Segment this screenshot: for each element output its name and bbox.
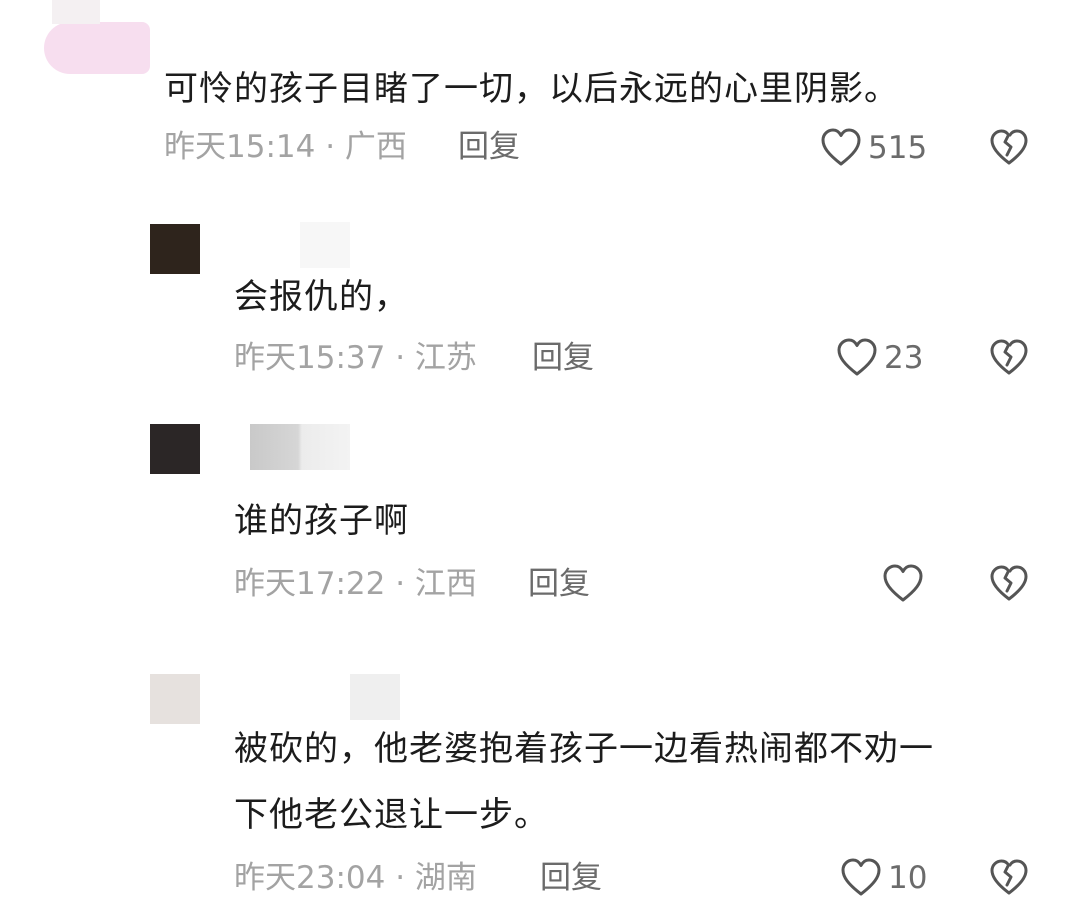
comment-text: 可怜的孩子目睹了一切，以后永远的心里阴影。 [164,69,899,109]
comment-meta: 昨天15:37 · 江苏 [234,340,477,376]
like-button[interactable]: 515 [820,126,927,170]
username-blur [250,424,350,470]
comment-text: 谁的孩子啊 [234,501,409,541]
dislike-button[interactable] [988,336,1030,380]
comment-item: 可怜的孩子目睹了一切，以后永远的心里阴影。 昨天15:14 · 广西 回复 51… [0,0,1080,200]
broken-heart-icon [989,565,1029,603]
heart-outline-icon [836,338,878,378]
dislike-button[interactable] [988,562,1030,606]
comment-meta: 昨天15:14 · 广西 [164,129,407,165]
heart-outline-icon [882,564,924,604]
reply-button[interactable]: 回复 [540,858,602,898]
like-count: 23 [884,340,924,376]
avatar-blur [52,0,100,24]
comment-text: 被砍的，他老婆抱着孩子一边看热闹都不劝一 下他老公退让一步。 [234,729,934,835]
heart-outline-icon [820,128,862,168]
reply-button[interactable]: 回复 [532,338,594,378]
dislike-button[interactable] [988,856,1030,900]
reply-button[interactable]: 回复 [458,127,520,167]
like-button[interactable]: 10 [840,856,927,900]
reply-item: 谁的孩子啊 昨天17:22 · 江西 回复 [0,410,1080,650]
like-count: 515 [868,130,928,166]
avatar[interactable] [150,424,200,474]
reply-item: 被砍的，他老婆抱着孩子一边看热闹都不劝一 下他老公退让一步。 昨天23:04 ·… [0,660,1080,924]
comment-text: 会报仇的， [234,277,409,317]
username-blur [350,674,400,720]
avatar[interactable] [150,224,200,274]
reply-item: 会报仇的， 昨天15:37 · 江苏 回复 23 [0,210,1080,400]
like-button[interactable] [882,562,924,606]
broken-heart-icon [989,859,1029,897]
heart-outline-icon [840,858,882,898]
comment-meta: 昨天23:04 · 湖南 [234,860,477,896]
comment-meta: 昨天17:22 · 江西 [234,566,477,602]
dislike-button[interactable] [988,126,1030,170]
like-count: 10 [888,860,928,896]
like-button[interactable]: 23 [836,336,923,380]
broken-heart-icon [989,129,1029,167]
avatar[interactable] [44,22,150,74]
reply-button[interactable]: 回复 [528,564,590,604]
username-blur [300,222,350,268]
broken-heart-icon [989,339,1029,377]
avatar[interactable] [150,674,200,724]
